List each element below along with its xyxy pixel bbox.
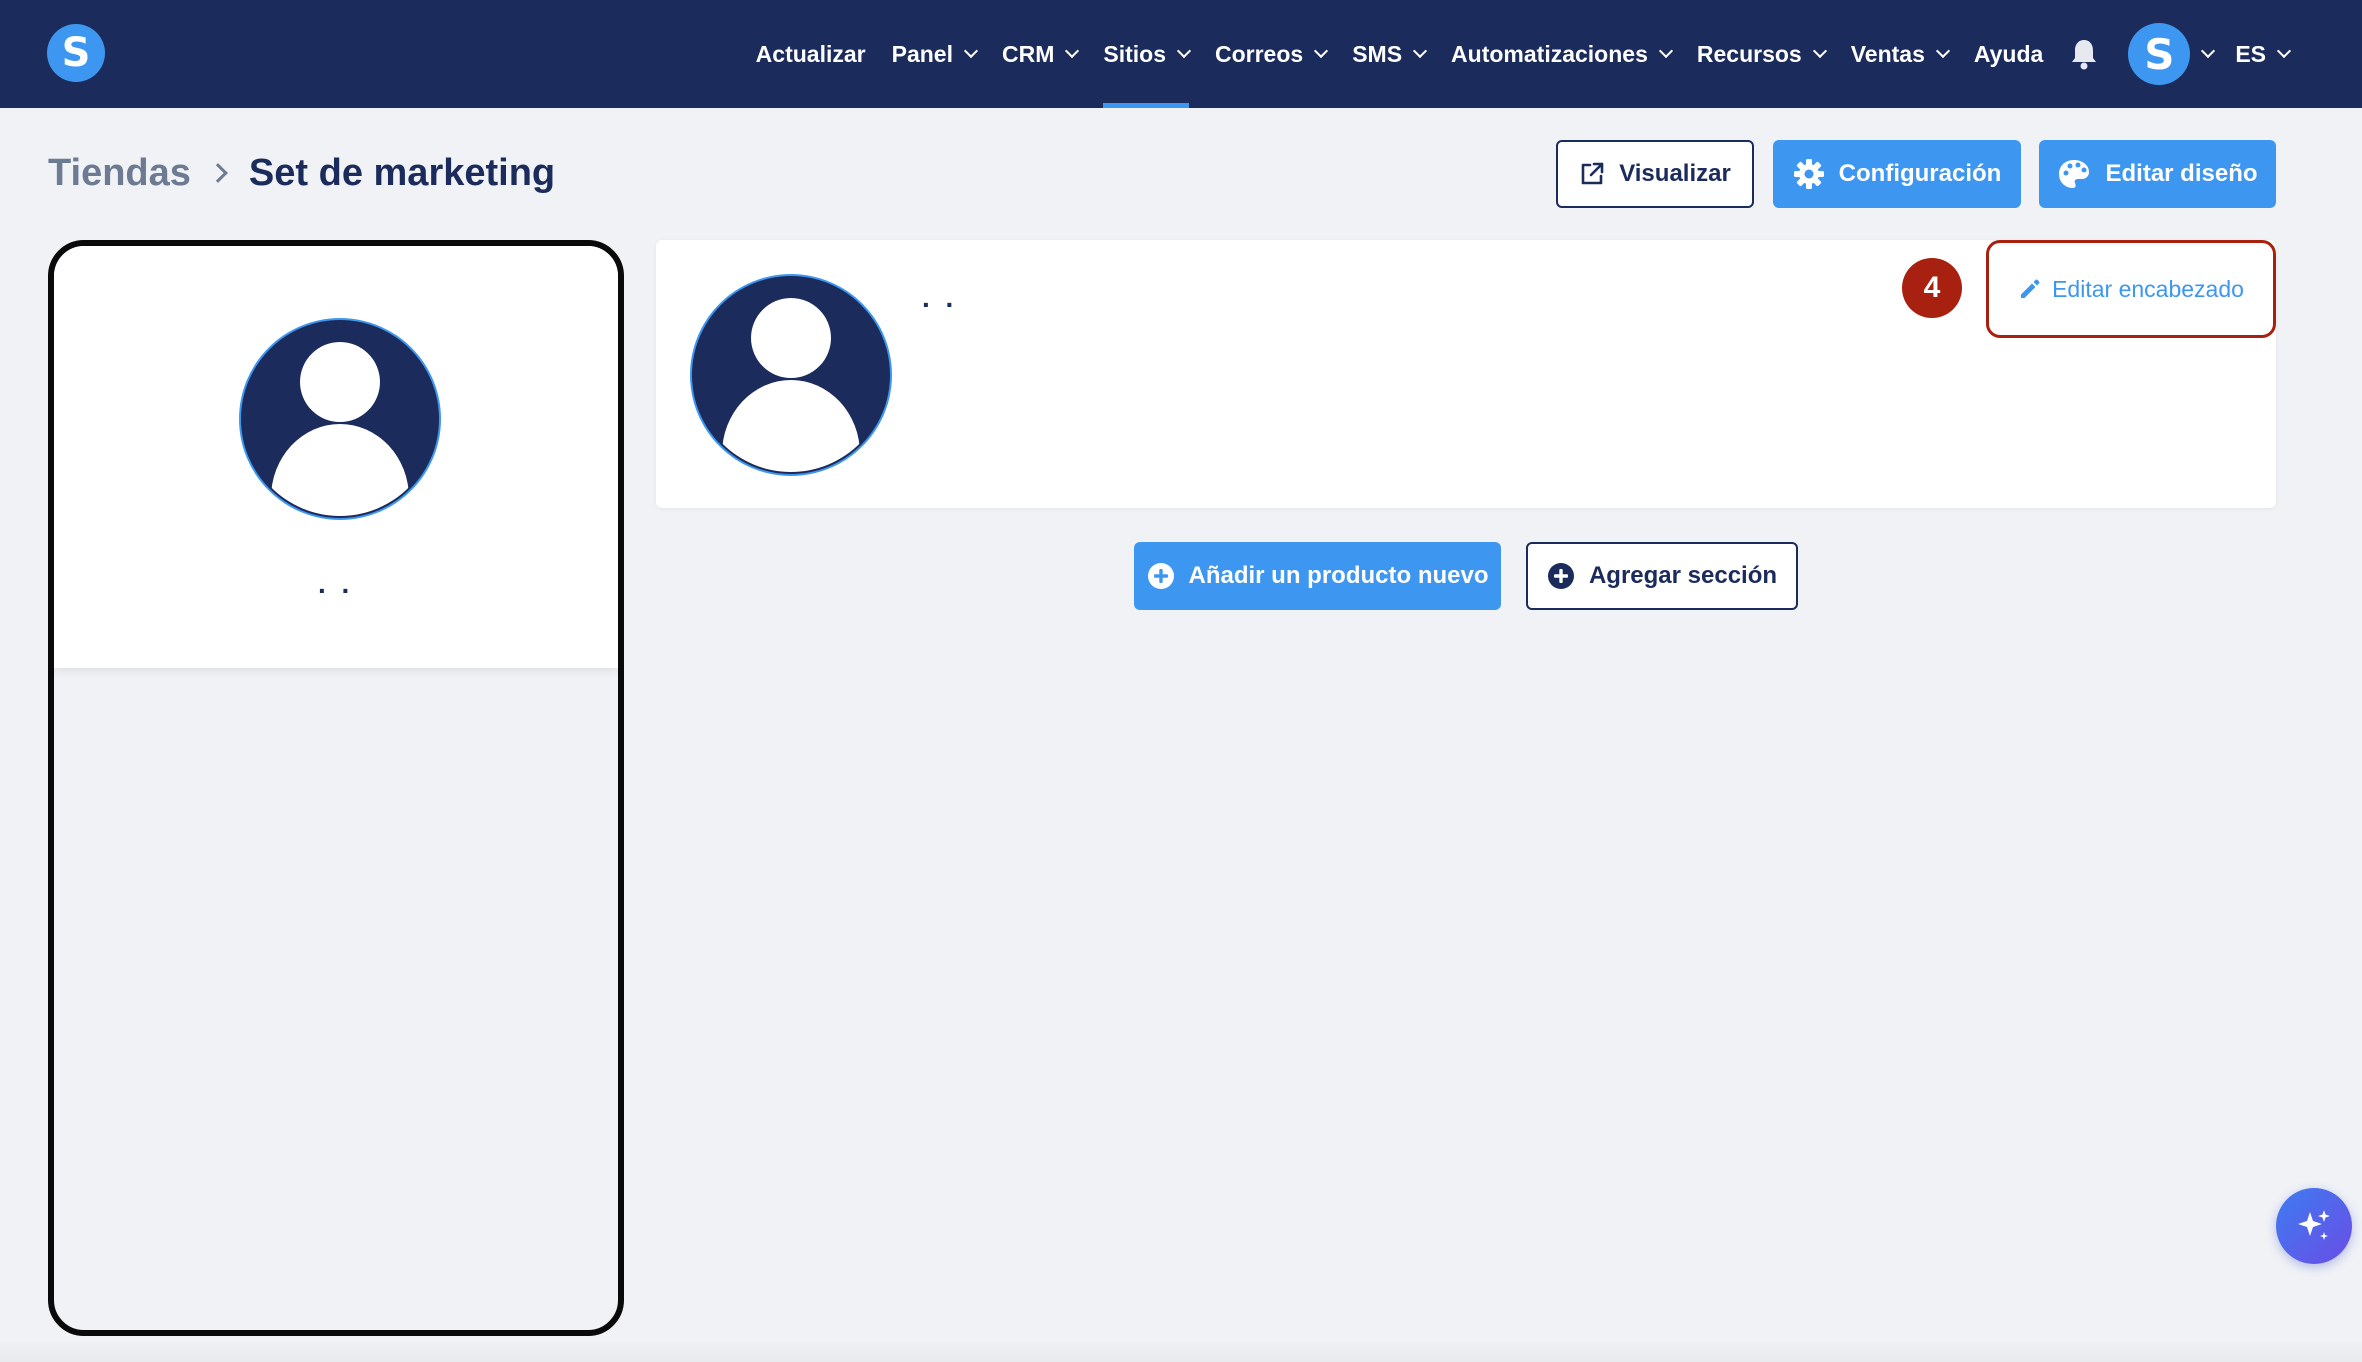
nav-item-label: Recursos bbox=[1696, 40, 1802, 67]
nav-item-sitios[interactable]: Sitios bbox=[1090, 0, 1202, 108]
nav-item-label: CRM bbox=[1001, 40, 1055, 67]
plus-circle-icon bbox=[1147, 562, 1175, 590]
chevron-down-icon bbox=[1812, 43, 1827, 59]
edit-header-label: Editar encabezado bbox=[2052, 275, 2244, 302]
nav-item-label: Sitios bbox=[1103, 40, 1166, 67]
chevron-right-icon bbox=[208, 163, 228, 183]
chevron-down-icon bbox=[1314, 43, 1329, 59]
nav-item-ventas[interactable]: Ventas bbox=[1838, 0, 1961, 108]
user-menu-toggle[interactable] bbox=[2190, 0, 2219, 108]
nav-item-label: Ventas bbox=[1850, 40, 1925, 67]
bell-icon[interactable] bbox=[2056, 0, 2112, 108]
settings-button[interactable]: Configuración bbox=[1773, 140, 2021, 208]
store-name-placeholder: . . bbox=[922, 282, 958, 313]
plus-circle-icon bbox=[1547, 562, 1575, 590]
store-avatar-icon bbox=[688, 272, 894, 483]
sparkles-icon bbox=[2294, 1206, 2334, 1246]
nav-item-label: Actualizar bbox=[755, 40, 866, 67]
nav-item-label: Panel bbox=[891, 40, 953, 67]
nav-item-label: Ayuda bbox=[1973, 40, 2044, 67]
edit-design-button-label: Editar diseño bbox=[2105, 160, 2258, 187]
nav-item-label: Correos bbox=[1215, 40, 1304, 67]
edit-header-button[interactable]: Editar encabezado bbox=[1986, 240, 2276, 338]
gear-icon bbox=[1793, 158, 1825, 190]
chevron-down-icon bbox=[2201, 43, 2216, 59]
preview-button-label: Visualizar bbox=[1619, 160, 1731, 187]
step-badge: 4 bbox=[1902, 258, 1962, 318]
language-label: ES bbox=[2235, 40, 2266, 67]
chevron-down-icon bbox=[963, 43, 979, 59]
main-nav: Actualizar Panel CRM Sitios Correos SMS … bbox=[743, 0, 2362, 108]
chevron-down-icon bbox=[1935, 43, 1950, 59]
add-section-label: Agregar sección bbox=[1588, 562, 1778, 589]
nav-item-panel[interactable]: Panel bbox=[879, 0, 989, 108]
mobile-preview-header: . . bbox=[54, 246, 618, 668]
store-avatar-icon bbox=[237, 316, 443, 527]
nav-item-ayuda[interactable]: Ayuda bbox=[1961, 0, 2056, 108]
edit-design-button[interactable]: Editar diseño bbox=[2039, 140, 2276, 208]
external-link-icon bbox=[1579, 161, 1605, 187]
ai-assistant-button[interactable] bbox=[2276, 1188, 2352, 1264]
language-selector[interactable]: ES bbox=[2219, 0, 2302, 108]
chevron-down-icon bbox=[1658, 43, 1673, 59]
add-product-button[interactable]: Añadir un producto nuevo bbox=[1134, 542, 1501, 610]
add-section-button[interactable]: Agregar sección bbox=[1526, 542, 1798, 610]
add-product-label: Añadir un producto nuevo bbox=[1188, 562, 1489, 589]
nav-item-recursos[interactable]: Recursos bbox=[1684, 0, 1838, 108]
chevron-down-icon bbox=[1176, 43, 1192, 59]
nav-item-correos[interactable]: Correos bbox=[1202, 0, 1339, 108]
nav-item-automatizaciones[interactable]: Automatizaciones bbox=[1438, 0, 1684, 108]
palette-icon bbox=[2057, 158, 2091, 190]
user-avatar[interactable]: S bbox=[2128, 23, 2191, 85]
nav-item-label: Automatizaciones bbox=[1451, 40, 1648, 67]
page-bottom-edge bbox=[0, 1338, 2362, 1362]
page-title: Set de marketing bbox=[248, 151, 556, 194]
breadcrumb-parent[interactable]: Tiendas bbox=[48, 152, 191, 195]
breadcrumb: Tiendas Set de marketing bbox=[48, 148, 555, 198]
mobile-preview-frame: . . bbox=[48, 240, 624, 1336]
settings-button-label: Configuración bbox=[1838, 160, 2002, 187]
nav-item-sms[interactable]: SMS bbox=[1339, 0, 1438, 108]
app-logo[interactable]: S bbox=[47, 24, 105, 82]
nav-item-label: SMS bbox=[1352, 40, 1403, 67]
chevron-down-icon bbox=[2276, 43, 2292, 59]
chevron-down-icon bbox=[1065, 43, 1080, 59]
store-name-placeholder: . . bbox=[318, 568, 354, 599]
nav-item-crm[interactable]: CRM bbox=[989, 0, 1090, 108]
top-navbar: S Actualizar Panel CRM Sitios Correos SM… bbox=[0, 0, 2362, 108]
pencil-icon bbox=[2018, 277, 2042, 301]
chevron-down-icon bbox=[1412, 43, 1428, 59]
preview-button[interactable]: Visualizar bbox=[1556, 140, 1754, 208]
nav-item-actualizar[interactable]: Actualizar bbox=[743, 0, 879, 108]
